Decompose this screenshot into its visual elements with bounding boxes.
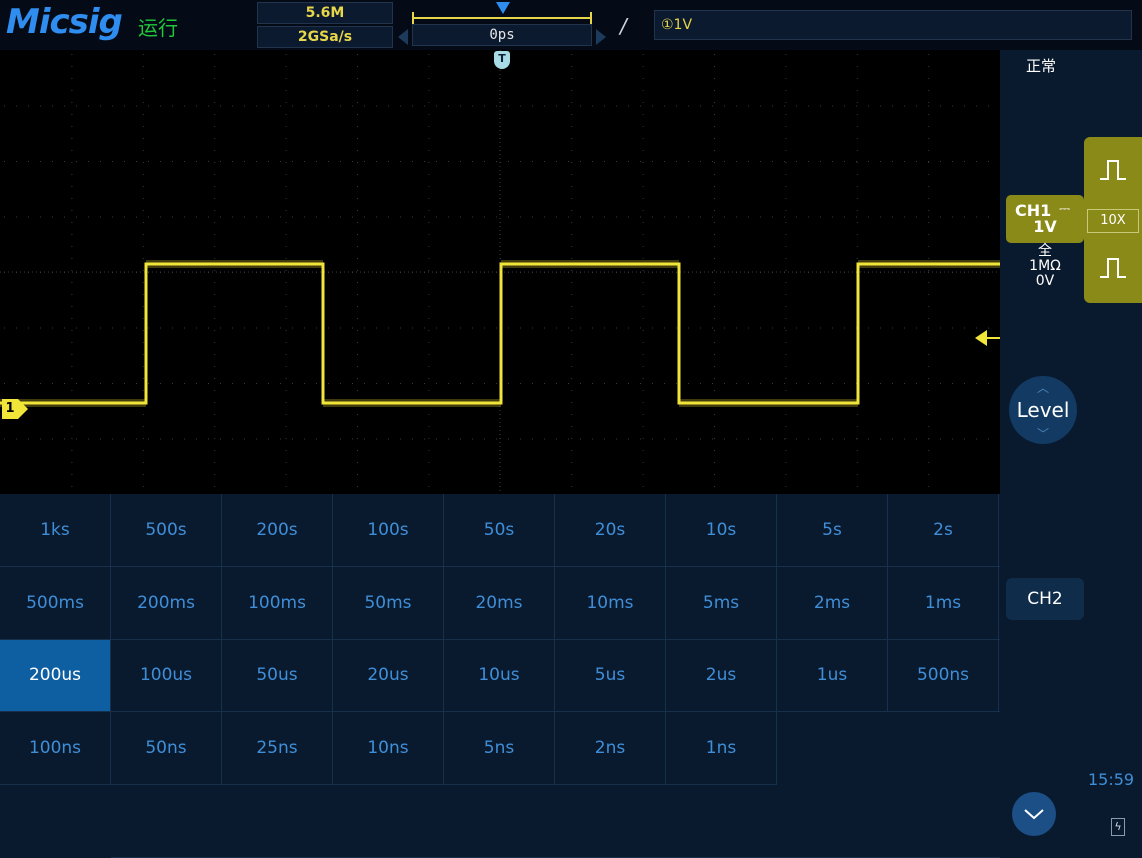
pulse-up-icon[interactable] bbox=[1098, 157, 1128, 183]
timebase-option-2s[interactable]: 2s bbox=[888, 494, 999, 567]
ch1-bandwidth-limit: 全 bbox=[1038, 243, 1052, 259]
expand-menu-button[interactable] bbox=[1012, 792, 1056, 836]
timebase-option-100s[interactable]: 100s bbox=[333, 494, 444, 567]
timebase-option-50ns[interactable]: 50ns bbox=[111, 712, 222, 786]
timebase-option-10s[interactable]: 10s bbox=[666, 494, 777, 567]
timebase-option-5ms[interactable]: 5ms bbox=[666, 566, 777, 640]
trigger-delay-readout[interactable]: 0ps bbox=[412, 24, 592, 46]
trigger-level-knob[interactable]: ︿ Level ﹀ bbox=[1009, 376, 1077, 444]
timebase-selector: 1ks500s200s100s50s20s10s5s2s1s500ms200ms… bbox=[0, 494, 1111, 858]
timebase-option-10ns[interactable]: 10ns bbox=[333, 712, 444, 786]
timebase-option-1ns[interactable]: 1ns bbox=[666, 712, 777, 786]
ch1-vertical-scale: 1V bbox=[1033, 217, 1057, 236]
timebase-option-100ns[interactable]: 100ns bbox=[0, 712, 111, 786]
waveform-display[interactable] bbox=[0, 50, 1000, 494]
ch1-marker-label: 1 bbox=[2, 399, 18, 419]
probe-attenuation[interactable]: 10X bbox=[1087, 209, 1139, 233]
clock: 15:59 bbox=[1088, 770, 1135, 789]
timebase-option-25ns[interactable]: 25ns bbox=[222, 712, 333, 786]
timebase-option-10ms[interactable]: 10ms bbox=[555, 566, 666, 640]
run-stop-status[interactable]: 运行 bbox=[138, 12, 178, 41]
timebase-option-20s[interactable]: 20s bbox=[555, 494, 666, 567]
power-icon: ϟ bbox=[1111, 818, 1125, 836]
timebase-empty-cell bbox=[111, 785, 1111, 858]
timebase-option-20us[interactable]: 20us bbox=[333, 639, 444, 713]
brand-logo: Micsig bbox=[6, 2, 123, 42]
timebase-option-1ms[interactable]: 1ms bbox=[888, 566, 999, 640]
chevron-up-icon: ︿ bbox=[1036, 381, 1049, 395]
timebase-left-arrow-icon[interactable] bbox=[398, 29, 408, 45]
timebase-option-5s[interactable]: 5s bbox=[777, 494, 888, 567]
timebase-option-2ns[interactable]: 2ns bbox=[555, 712, 666, 786]
pulse-down-icon[interactable] bbox=[1098, 255, 1128, 281]
ch1-trace bbox=[0, 262, 1000, 405]
timebase-option-2us[interactable]: 2us bbox=[666, 639, 777, 713]
timebase-option-5ns[interactable]: 5ns bbox=[444, 712, 555, 786]
dc-coupling-icon: ⎓ bbox=[1059, 201, 1071, 217]
timebase-option-100us[interactable]: 100us bbox=[111, 639, 222, 713]
timebase-right-arrow-icon[interactable] bbox=[596, 29, 606, 45]
timebase-option-500ms[interactable]: 500ms bbox=[0, 566, 111, 640]
timebase-option-200s[interactable]: 200s bbox=[222, 494, 333, 567]
trigger-level-tick bbox=[986, 337, 1000, 339]
ch1-marker-arrow-icon bbox=[18, 399, 28, 419]
timebase-option-50s[interactable]: 50s bbox=[444, 494, 555, 567]
chevron-down-icon bbox=[1024, 809, 1044, 820]
memory-window-track bbox=[412, 12, 592, 24]
ch1-offset: 0V bbox=[1035, 273, 1055, 289]
timebase-option-200us[interactable]: 200us bbox=[0, 639, 111, 713]
timebase-option-2ms[interactable]: 2ms bbox=[777, 566, 888, 640]
timebase-option-10us[interactable]: 10us bbox=[444, 639, 555, 713]
probe-panel[interactable]: 10X bbox=[1084, 137, 1142, 303]
rising-edge-icon[interactable]: / bbox=[620, 14, 627, 38]
timebase-option-1us[interactable]: 1us bbox=[777, 639, 888, 713]
trigger-level-marker[interactable] bbox=[975, 329, 1001, 347]
timebase-option-200ms[interactable]: 200ms bbox=[111, 566, 222, 640]
ch1-impedance: 1MΩ bbox=[1029, 258, 1061, 274]
sample-rate[interactable]: 2GSa/s bbox=[257, 26, 393, 48]
timebase-option-50ms[interactable]: 50ms bbox=[333, 566, 444, 640]
timebase-option-500ns[interactable]: 500ns bbox=[888, 639, 999, 713]
level-knob-label: Level bbox=[1016, 398, 1070, 422]
timebase-option-20ms[interactable]: 20ms bbox=[444, 566, 555, 640]
trigger-info-bar[interactable]: ①1V bbox=[654, 10, 1132, 40]
ch1-channel-tab[interactable]: CH1 ⎓ 1V bbox=[1006, 195, 1084, 243]
memory-depth[interactable]: 5.6M bbox=[257, 2, 393, 24]
timebase-option-50us[interactable]: 50us bbox=[222, 639, 333, 713]
timebase-option-500s[interactable]: 500s bbox=[111, 494, 222, 567]
acquisition-mode[interactable]: 正常 bbox=[1026, 55, 1056, 76]
ch2-button[interactable]: CH2 bbox=[1006, 578, 1084, 620]
chevron-down-icon: ﹀ bbox=[1036, 427, 1049, 441]
graticule bbox=[4, 54, 989, 487]
timebase-position-bar[interactable]: 0ps bbox=[412, 2, 592, 46]
trigger-position-marker[interactable]: T bbox=[494, 51, 510, 69]
trigger-position-pointer-icon bbox=[496, 2, 510, 14]
waveform-canvas bbox=[0, 50, 1000, 494]
ch1-details: 全 1MΩ 0V bbox=[1006, 244, 1084, 289]
timebase-option-100ms[interactable]: 100ms bbox=[222, 566, 333, 640]
timebase-option-1ks[interactable]: 1ks bbox=[0, 494, 111, 567]
ch1-ground-marker[interactable]: 1 bbox=[0, 398, 28, 420]
timebase-option-5us[interactable]: 5us bbox=[555, 639, 666, 713]
top-bar: Micsig 运行 5.6M 2GSa/s 0ps / ①1V bbox=[0, 0, 1142, 50]
